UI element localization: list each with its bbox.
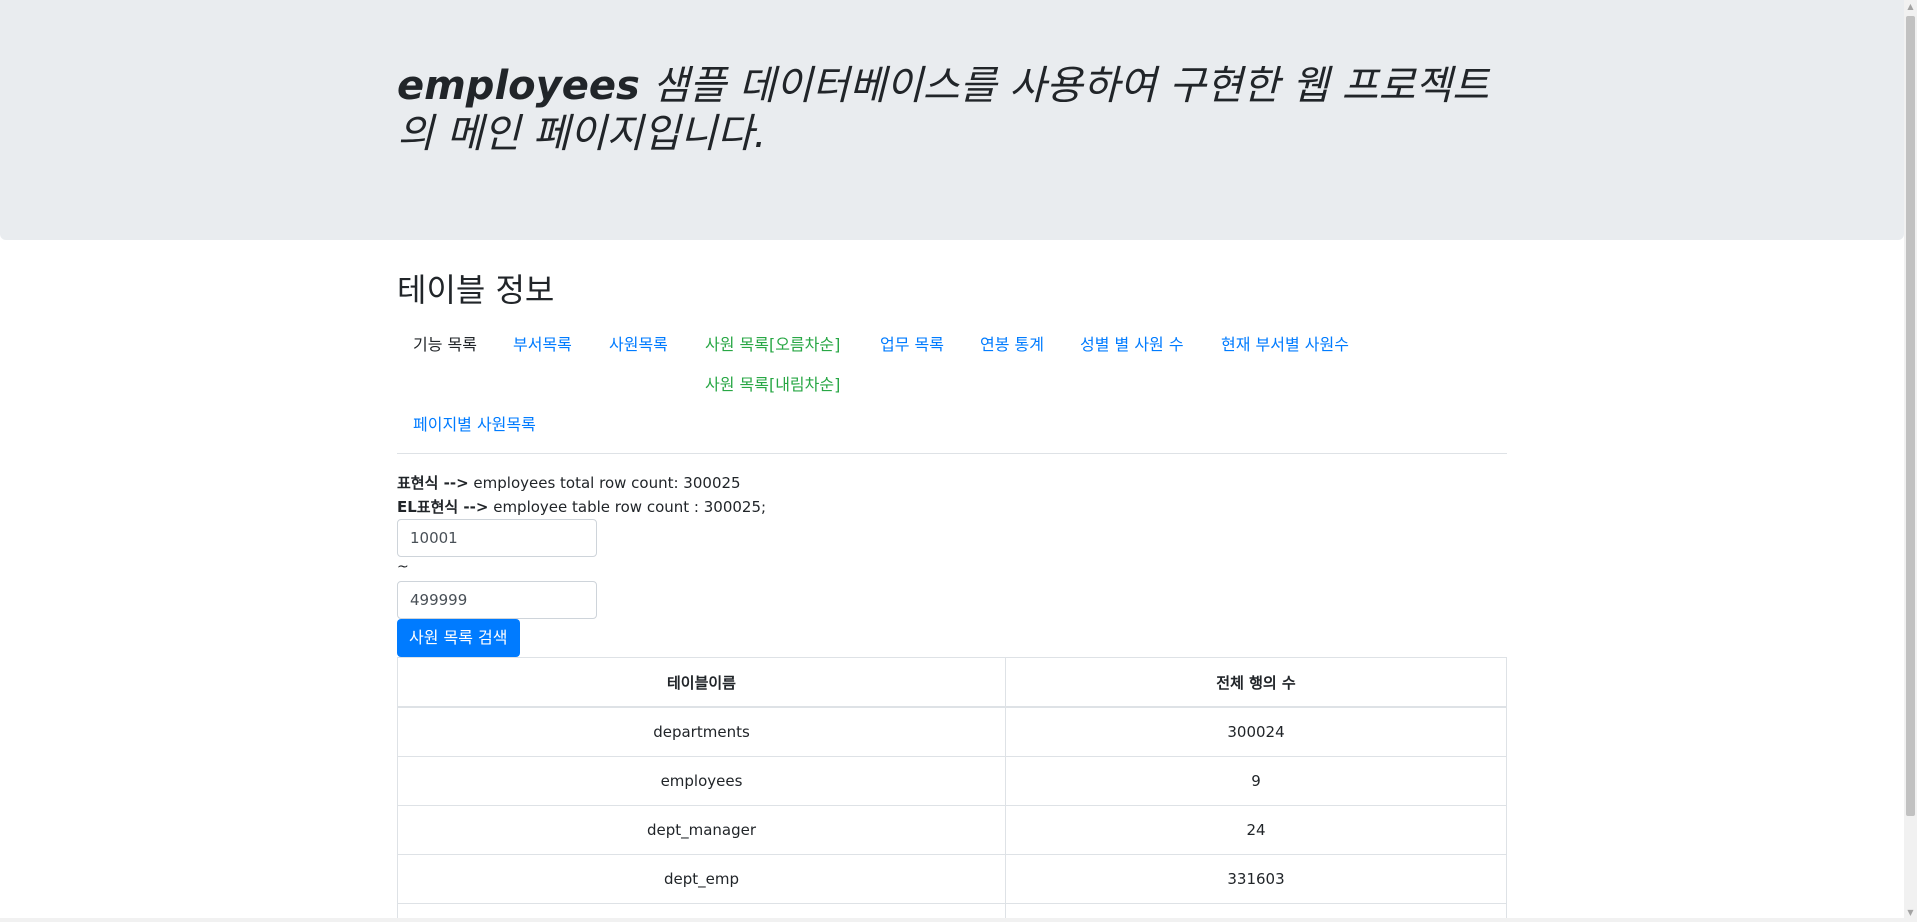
nav-link-salary-stats[interactable]: 연봉 통계 (980, 333, 1044, 357)
column-header-table-name: 테이블이름 (397, 657, 1006, 708)
scroll-down-arrow-icon[interactable]: ▼ (1904, 906, 1917, 920)
jumbotron-header: employees 샘플 데이터베이스를 사용하여 구현한 웹 프로젝트의 메인… (0, 0, 1904, 240)
search-employees-button[interactable]: 사원 목록 검색 (397, 619, 520, 657)
nav-link-titles[interactable]: 업무 목록 (880, 333, 944, 357)
nav-link-gender-count[interactable]: 성별 별 사원 수 (1080, 333, 1184, 357)
table-cell-name: dept_manager (397, 805, 1006, 855)
table-cell-count: 300024 (1005, 706, 1507, 757)
table-cell-count: 9 (1005, 756, 1507, 806)
table-cell-count: 331603 (1005, 854, 1507, 904)
nav-link-employees-asc[interactable]: 사원 목록[오름차순] (705, 333, 840, 357)
table-row: dept_manager 24 (397, 805, 1507, 855)
end-emp-no-input[interactable] (397, 581, 597, 619)
range-separator: ~ (397, 559, 409, 575)
el-expression-line: EL표현식 --> employee table row count : 300… (397, 496, 766, 518)
nav-link-dept-count[interactable]: 현재 부서별 사원수 (1221, 333, 1349, 357)
feature-nav: 기능 목록 부서목록 사원목록 사원 목록[오름차순] 사원 목록[내림차순] … (397, 320, 1507, 450)
el-expression-value: employee table row count : 300025; (488, 498, 767, 516)
vertical-scrollbar[interactable]: ▲ ▼ (1904, 0, 1917, 922)
el-expression-label: EL표현식 --> (397, 498, 489, 516)
nav-link-paged-employees[interactable]: 페이지별 사원목록 (413, 413, 536, 437)
headline-db-name: employees (397, 63, 640, 109)
table-info: 테이블이름 전체 행의 수 departments 300024 employe… (397, 657, 1507, 922)
nav-link-employees-desc[interactable]: 사원 목록[내림차순] (705, 373, 840, 397)
table-row: dept_emp 331603 (397, 854, 1507, 904)
table-row: employees 9 (397, 756, 1507, 806)
nav-label: 기능 목록 (413, 335, 477, 354)
divider (397, 453, 1507, 454)
expression-value: employees total row count: 300025 (468, 474, 741, 492)
table-cell-count: 24 (1005, 805, 1507, 855)
table-cell-name: departments (397, 706, 1006, 757)
page-headline: employees 샘플 데이터베이스를 사용하여 구현한 웹 프로젝트의 메인… (397, 62, 1517, 158)
scroll-up-arrow-icon[interactable]: ▲ (1904, 0, 1917, 14)
expression-label: 표현식 --> (397, 474, 469, 492)
begin-emp-no-input[interactable] (397, 519, 597, 557)
expression-line: 표현식 --> employees total row count: 30002… (397, 472, 741, 494)
table-cell-name: dept_emp (397, 854, 1006, 904)
table-body: departments 300024 employees 9 dept_mana… (397, 706, 1507, 922)
nav-link-departments[interactable]: 부서목록 (513, 333, 572, 357)
table-cell-name: employees (397, 756, 1006, 806)
table-head: 테이블이름 전체 행의 수 (397, 657, 1507, 708)
table-row: departments 300024 (397, 706, 1507, 757)
page: employees 샘플 데이터베이스를 사용하여 구현한 웹 프로젝트의 메인… (0, 0, 1904, 922)
browser-viewport: employees 샘플 데이터베이스를 사용하여 구현한 웹 프로젝트의 메인… (0, 0, 1917, 922)
nav-link-employees[interactable]: 사원목록 (609, 333, 668, 357)
section-title: 테이블 정보 (397, 271, 555, 309)
column-header-row-count: 전체 행의 수 (1005, 657, 1507, 708)
table-header-row: 테이블이름 전체 행의 수 (397, 657, 1507, 708)
horizontal-scrollbar[interactable] (0, 918, 1904, 922)
scrollbar-thumb[interactable] (1906, 16, 1915, 816)
